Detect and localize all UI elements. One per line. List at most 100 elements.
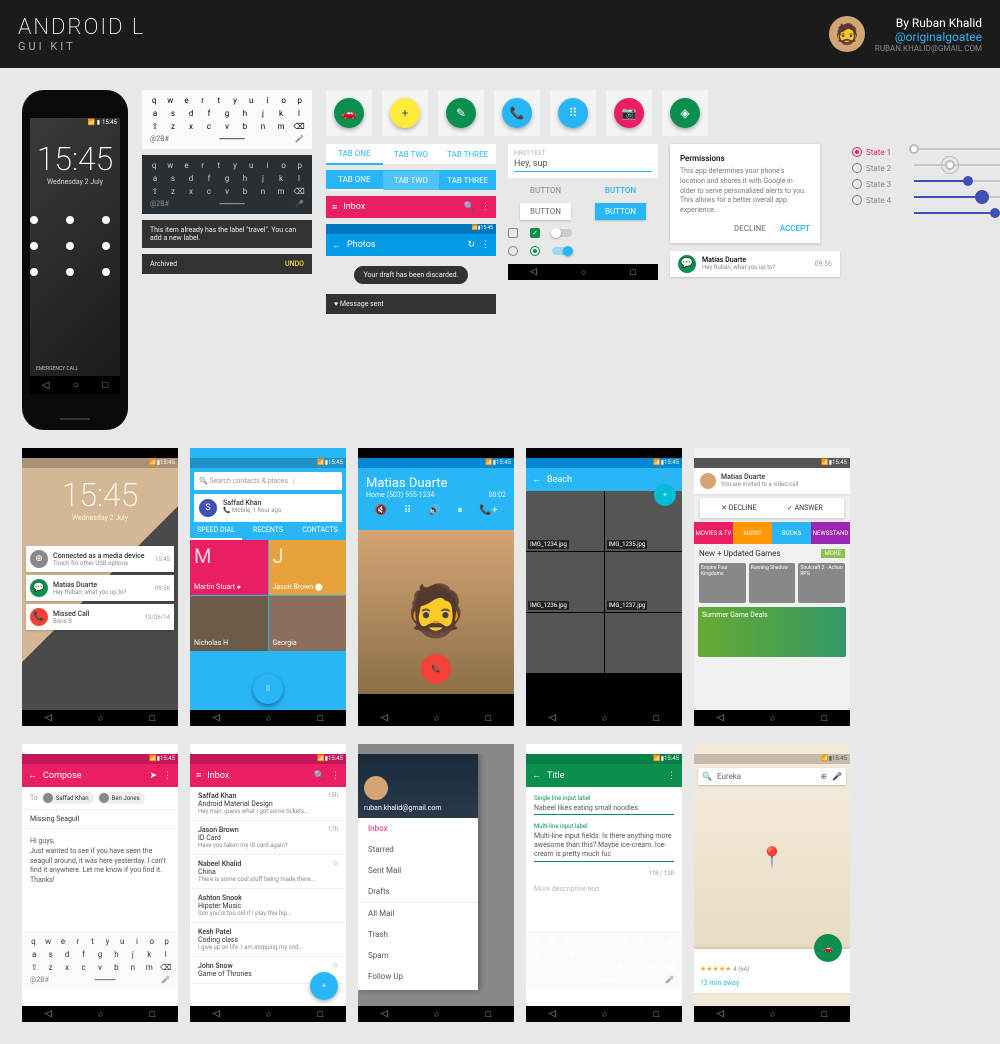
dialer-tabs[interactable]: SPEED DIALRECENTSCONTACTS bbox=[190, 522, 346, 540]
fab-row: 🚗+✎📞⠿📷◈ bbox=[326, 90, 1000, 136]
switch-on[interactable] bbox=[552, 247, 572, 255]
call-controls[interactable]: 🔇⠿🔊⏸📞+ bbox=[366, 499, 506, 522]
author-handle[interactable]: @originalgoatee bbox=[875, 30, 982, 44]
contact-card[interactable]: SSaffad Khan📞 Mobile, 1 hour ago bbox=[194, 494, 342, 522]
radio-option[interactable]: State 3 bbox=[852, 176, 902, 192]
nav-bar[interactable]: ◁○□ bbox=[508, 264, 658, 280]
speed-dial-tile[interactable]: Nicholas H bbox=[190, 596, 268, 651]
place-card[interactable]: 🚗 Eureka Street ★★★★★ 4 (64) 12 min away bbox=[694, 949, 850, 993]
subject-field[interactable]: Missing Seagull bbox=[22, 810, 178, 829]
search-input[interactable]: 🔍 Search contacts & places ⋮ bbox=[194, 472, 342, 490]
checkbox-on[interactable]: ✓ bbox=[530, 228, 540, 238]
decline-button[interactable]: ✕ DECLINE bbox=[721, 504, 756, 512]
decline-button[interactable]: DECLINE bbox=[734, 224, 766, 233]
radio-off[interactable] bbox=[508, 246, 518, 256]
text-field[interactable]: FIRST TEXTHey, sup bbox=[508, 144, 658, 178]
multiline-input[interactable]: Multi-line input fields. Is there anythi… bbox=[534, 830, 674, 862]
app-tile[interactable]: Empire Four Kingdoms bbox=[699, 563, 746, 603]
speed-dial-tile[interactable]: JJason Brown ⬤ bbox=[269, 540, 347, 595]
radio-group[interactable]: State 1State 2State 3State 4 bbox=[852, 144, 902, 314]
dialpad-fab[interactable]: ⠿ bbox=[253, 674, 283, 704]
keyboard-dark[interactable]: qwertyuiopasdfghjkl⇧zxcvbnm⌫ @2B#━━━━━━🎤 bbox=[142, 155, 312, 214]
drawer-item[interactable]: Starred bbox=[358, 839, 478, 860]
tabs-dark[interactable]: TAB ONETAB TWOTAB THREE bbox=[326, 170, 496, 190]
chat-icon: 💬 bbox=[678, 255, 696, 273]
inbox-appbar[interactable]: ≡Inbox🔍⋮ bbox=[190, 764, 346, 787]
radio-option[interactable]: State 4 bbox=[852, 192, 902, 208]
flat-button-primary[interactable]: BUTTON bbox=[605, 186, 636, 195]
more-icon: ⋮ bbox=[481, 202, 490, 212]
drawer-item[interactable]: Follow Up bbox=[358, 966, 478, 987]
more-icon: ⋮ bbox=[667, 771, 676, 781]
speed-dial-tile[interactable]: Georgia bbox=[269, 596, 347, 651]
fab-tile[interactable]: 📞 bbox=[494, 90, 540, 136]
add-fab[interactable]: + bbox=[654, 484, 676, 506]
compose-appbar[interactable]: ←Compose➤⋮ bbox=[22, 764, 178, 787]
fab-tile[interactable]: 📷 bbox=[606, 90, 652, 136]
inbox-item[interactable]: Jason Brown17hID CardHave you taken my I… bbox=[190, 821, 346, 855]
text-input[interactable]: Nabeel likes eating small noodles bbox=[534, 802, 674, 815]
map-search[interactable]: 🔍Eureka⊕🎤 bbox=[698, 768, 846, 785]
radio-option[interactable]: State 2 bbox=[852, 160, 902, 176]
fab-tile[interactable]: ✎ bbox=[438, 90, 484, 136]
raised-button-primary[interactable]: BUTTON bbox=[595, 203, 646, 220]
speed-dial-tile[interactable]: MMartin Stuart ● bbox=[190, 540, 268, 595]
checkbox-off[interactable] bbox=[508, 228, 518, 238]
map-canvas[interactable]: 📍 bbox=[694, 789, 850, 949]
gallery-item[interactable]: IMG_1237.jpg bbox=[605, 552, 683, 612]
notif-missed-call[interactable]: 📞Missed CallBoris B12/06/14 bbox=[26, 604, 174, 630]
switch-off[interactable] bbox=[552, 229, 572, 237]
tabs-light[interactable]: TAB ONETAB TWOTAB THREE bbox=[326, 144, 496, 164]
appbar-photos[interactable]: ←Photos↻⋮ bbox=[326, 234, 496, 256]
mic-icon: 🎤 bbox=[295, 135, 304, 143]
pause-icon: ⏸ bbox=[457, 505, 462, 516]
notif-usb[interactable]: ⊕Connected as a media deviceTouch for ot… bbox=[26, 546, 174, 572]
keyboard[interactable]: qwertyuiopasdfghjkl⇧zxcvbnm⌫ @2B#━━━━━🎤 bbox=[526, 931, 682, 990]
app-tile[interactable]: Running Shadow bbox=[749, 563, 796, 603]
to-field[interactable]: ToSaffad KhanBen Jones bbox=[22, 787, 178, 810]
radio-option[interactable]: State 1 bbox=[852, 144, 902, 160]
inbox-item[interactable]: Nabeel Khalid✩ChinaThere is some cool st… bbox=[190, 855, 346, 889]
accept-button[interactable]: ACCEPT bbox=[780, 224, 810, 233]
drawer-item[interactable]: All Mail bbox=[358, 903, 478, 924]
emergency-call[interactable]: EMERGENCY CALL bbox=[36, 366, 78, 372]
pattern-lock[interactable] bbox=[30, 216, 120, 276]
flat-button[interactable]: BUTTON bbox=[530, 186, 561, 195]
fab-tile[interactable]: ⠿ bbox=[550, 90, 596, 136]
fab-tile[interactable]: ◈ bbox=[662, 90, 708, 136]
answer-button[interactable]: ✓ ANSWER bbox=[787, 504, 823, 512]
inbox-item[interactable]: Saffad Khan15hAndroid Material DesignHey… bbox=[190, 787, 346, 821]
drawer-item[interactable]: Spam bbox=[358, 945, 478, 966]
menu-icon: ≡ bbox=[332, 202, 337, 213]
notification-chip[interactable]: 💬Matias DuarteHey Ruban, what you up to?… bbox=[670, 251, 840, 277]
body-field[interactable]: Hi guys, Just wanted to see if you have … bbox=[22, 829, 178, 894]
directions-fab[interactable]: 🚗 bbox=[814, 934, 842, 962]
nav-drawer[interactable]: ruban.khalid@gmail.com InboxStarredSent … bbox=[358, 754, 478, 990]
end-call-button[interactable]: 📞 bbox=[421, 654, 451, 684]
keyboard[interactable]: qwertyuiopasdfghjkl⇧zxcvbnm⌫ @2B#━━━━━🎤 bbox=[22, 931, 178, 990]
gallery-item[interactable]: IMG_1234.jpg bbox=[526, 491, 604, 551]
fab-tile[interactable]: + bbox=[382, 90, 428, 136]
drawer-item[interactable]: Sent Mail bbox=[358, 860, 478, 881]
keyboard-light[interactable]: qwertyuiopasdfghjkl⇧zxcvbnm⌫ @2B#━━━━━━🎤 bbox=[142, 90, 312, 149]
drawer-item[interactable]: Inbox bbox=[358, 818, 478, 839]
sliders[interactable] bbox=[914, 144, 1000, 314]
drawer-item[interactable]: Drafts bbox=[358, 881, 478, 902]
fab-tile[interactable]: 🚗 bbox=[326, 90, 372, 136]
appbar-inbox[interactable]: ≡Inbox🔍⋮ bbox=[326, 196, 496, 218]
form-appbar[interactable]: ←Title⋮ bbox=[526, 764, 682, 787]
back-icon: ← bbox=[532, 474, 541, 485]
category-tabs[interactable]: MOVIES & TVMUSICBOOKSNEWSSTAND bbox=[694, 522, 850, 544]
gallery-item[interactable]: IMG_1236.jpg bbox=[526, 552, 604, 612]
nav-bar[interactable]: ◁○□ bbox=[30, 376, 120, 394]
drawer-item[interactable]: Trash bbox=[358, 924, 478, 945]
raised-button[interactable]: BUTTON bbox=[520, 203, 571, 220]
inbox-item[interactable]: Ashton SnookHipster MusicSon you're too … bbox=[190, 889, 346, 923]
radio-on[interactable] bbox=[530, 246, 540, 256]
more-button[interactable]: MORE bbox=[821, 549, 845, 558]
snackbar-undo[interactable]: ArchivedUNDO bbox=[142, 254, 312, 274]
app-tile[interactable]: Soulcraft 2 - Action RPG bbox=[798, 563, 845, 603]
notif-message[interactable]: 💬Matias DuarteHey Ruban, what you up to?… bbox=[26, 575, 174, 601]
compose-fab[interactable]: + bbox=[310, 972, 338, 1000]
promo-banner[interactable]: Summer Game Deals bbox=[698, 607, 846, 657]
